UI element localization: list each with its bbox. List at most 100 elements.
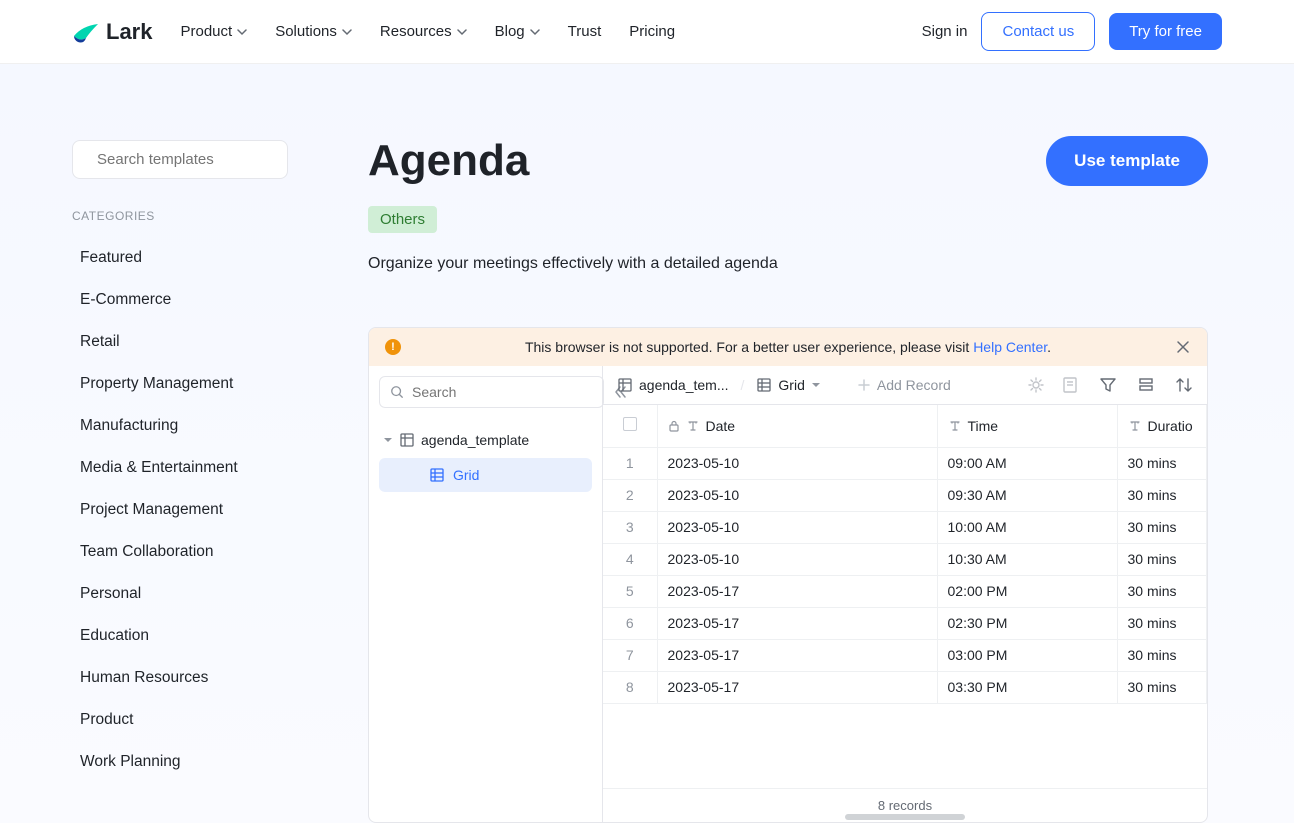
gear-icon: [1027, 376, 1045, 394]
preview-search[interactable]: [379, 376, 604, 408]
cell-date[interactable]: 2023-05-17: [657, 575, 937, 607]
toolbar-view-name[interactable]: Grid: [756, 377, 820, 393]
table-row[interactable]: 72023-05-1703:00 PM30 mins: [603, 639, 1207, 671]
agenda-table[interactable]: Date Time: [603, 405, 1207, 704]
category-personal[interactable]: Personal: [72, 573, 296, 615]
nav-blog[interactable]: Blog: [495, 23, 540, 40]
tree-view-grid[interactable]: Grid: [379, 458, 592, 492]
cell-duration[interactable]: 30 mins: [1117, 575, 1207, 607]
cell-time[interactable]: 09:30 AM: [937, 479, 1117, 511]
cell-date[interactable]: 2023-05-17: [657, 639, 937, 671]
column-duration[interactable]: Duratio: [1117, 405, 1207, 447]
cell-duration[interactable]: 30 mins: [1117, 543, 1207, 575]
column-time[interactable]: Time: [937, 405, 1117, 447]
checkbox-icon: [623, 417, 637, 431]
help-center-link[interactable]: Help Center: [973, 339, 1047, 355]
settings-button[interactable]: [1027, 376, 1045, 394]
cell-time[interactable]: 03:30 PM: [937, 671, 1117, 703]
cell-date[interactable]: 2023-05-10: [657, 511, 937, 543]
nav-product[interactable]: Product: [180, 23, 247, 40]
table-row[interactable]: 12023-05-1009:00 AM30 mins: [603, 447, 1207, 479]
nav-pricing[interactable]: Pricing: [629, 23, 675, 40]
try-free-button[interactable]: Try for free: [1109, 13, 1222, 50]
nav-resources-label: Resources: [380, 23, 452, 40]
template-description: Organize your meetings effectively with …: [368, 255, 1208, 273]
toolbar-separator: /: [741, 377, 745, 393]
cell-duration[interactable]: 30 mins: [1117, 607, 1207, 639]
table-row[interactable]: 62023-05-1702:30 PM30 mins: [603, 607, 1207, 639]
table-row[interactable]: 32023-05-1010:00 AM30 mins: [603, 511, 1207, 543]
template-search[interactable]: [72, 140, 288, 179]
chevron-down-icon: [457, 27, 467, 37]
category-ecommerce[interactable]: E-Commerce: [72, 279, 296, 321]
nav-resources[interactable]: Resources: [380, 23, 467, 40]
template-search-input[interactable]: [97, 151, 296, 168]
group-button[interactable]: [1137, 376, 1155, 394]
cell-time[interactable]: 10:00 AM: [937, 511, 1117, 543]
search-icon: [390, 385, 404, 399]
column-date[interactable]: Date: [657, 405, 937, 447]
preview-search-input[interactable]: [412, 384, 593, 400]
category-media-entertainment[interactable]: Media & Entertainment: [72, 447, 296, 489]
nav-solutions[interactable]: Solutions: [275, 23, 352, 40]
cell-date[interactable]: 2023-05-17: [657, 607, 937, 639]
row-number: 7: [603, 639, 657, 671]
cell-time[interactable]: 02:30 PM: [937, 607, 1117, 639]
nav-pricing-label: Pricing: [629, 23, 675, 40]
cell-time[interactable]: 02:00 PM: [937, 575, 1117, 607]
nav-trust[interactable]: Trust: [568, 23, 602, 40]
warning-icon: !: [385, 339, 401, 355]
sort-button[interactable]: [1175, 376, 1193, 394]
table-row[interactable]: 82023-05-1703:30 PM30 mins: [603, 671, 1207, 703]
contact-us-button[interactable]: Contact us: [981, 12, 1095, 51]
table-row[interactable]: 42023-05-1010:30 AM30 mins: [603, 543, 1207, 575]
table-row[interactable]: 52023-05-1702:00 PM30 mins: [603, 575, 1207, 607]
form-button[interactable]: [1061, 376, 1079, 394]
category-manufacturing[interactable]: Manufacturing: [72, 405, 296, 447]
warning-text: This browser is not supported. For a bet…: [411, 339, 1165, 355]
filter-button[interactable]: [1099, 376, 1117, 394]
cell-date[interactable]: 2023-05-10: [657, 479, 937, 511]
categories-heading: CATEGORIES: [72, 209, 296, 223]
category-retail[interactable]: Retail: [72, 321, 296, 363]
cell-date[interactable]: 2023-05-10: [657, 447, 937, 479]
preview-main: agenda_tem... / Grid Add Record: [603, 366, 1207, 822]
category-project-management[interactable]: Project Management: [72, 489, 296, 531]
add-record-button[interactable]: Add Record: [857, 377, 951, 393]
cell-time[interactable]: 03:00 PM: [937, 639, 1117, 671]
toolbar-table-name[interactable]: agenda_tem...: [617, 377, 729, 393]
tree-root[interactable]: agenda_template: [379, 426, 592, 454]
category-team-collaboration[interactable]: Team Collaboration: [72, 531, 296, 573]
cell-duration[interactable]: 30 mins: [1117, 447, 1207, 479]
use-template-button[interactable]: Use template: [1046, 136, 1208, 186]
nav-solutions-label: Solutions: [275, 23, 337, 40]
checkbox-header[interactable]: [603, 405, 657, 447]
category-education[interactable]: Education: [72, 615, 296, 657]
cell-duration[interactable]: 30 mins: [1117, 479, 1207, 511]
category-product[interactable]: Product: [72, 699, 296, 741]
table-row[interactable]: 22023-05-1009:30 AM30 mins: [603, 479, 1207, 511]
logo[interactable]: Lark: [72, 18, 152, 46]
horizontal-scrollbar[interactable]: [845, 814, 965, 820]
cell-time[interactable]: 10:30 AM: [937, 543, 1117, 575]
cell-time[interactable]: 09:00 AM: [937, 447, 1117, 479]
category-human-resources[interactable]: Human Resources: [72, 657, 296, 699]
nav-product-label: Product: [180, 23, 232, 40]
cell-duration[interactable]: 30 mins: [1117, 671, 1207, 703]
row-number: 1: [603, 447, 657, 479]
nav-trust-label: Trust: [568, 23, 602, 40]
chevron-down-icon: [383, 435, 393, 445]
cell-duration[interactable]: 30 mins: [1117, 639, 1207, 671]
warning-text-a: This browser is not supported. For a bet…: [525, 339, 973, 355]
category-work-planning[interactable]: Work Planning: [72, 741, 296, 783]
close-warning-button[interactable]: [1175, 339, 1191, 355]
category-featured[interactable]: Featured: [72, 237, 296, 279]
grid-icon: [429, 467, 445, 483]
cell-date[interactable]: 2023-05-10: [657, 543, 937, 575]
category-property-management[interactable]: Property Management: [72, 363, 296, 405]
cell-duration[interactable]: 30 mins: [1117, 511, 1207, 543]
cell-date[interactable]: 2023-05-17: [657, 671, 937, 703]
signin-link[interactable]: Sign in: [922, 23, 968, 40]
tree-view-label: Grid: [453, 467, 479, 483]
row-number: 8: [603, 671, 657, 703]
